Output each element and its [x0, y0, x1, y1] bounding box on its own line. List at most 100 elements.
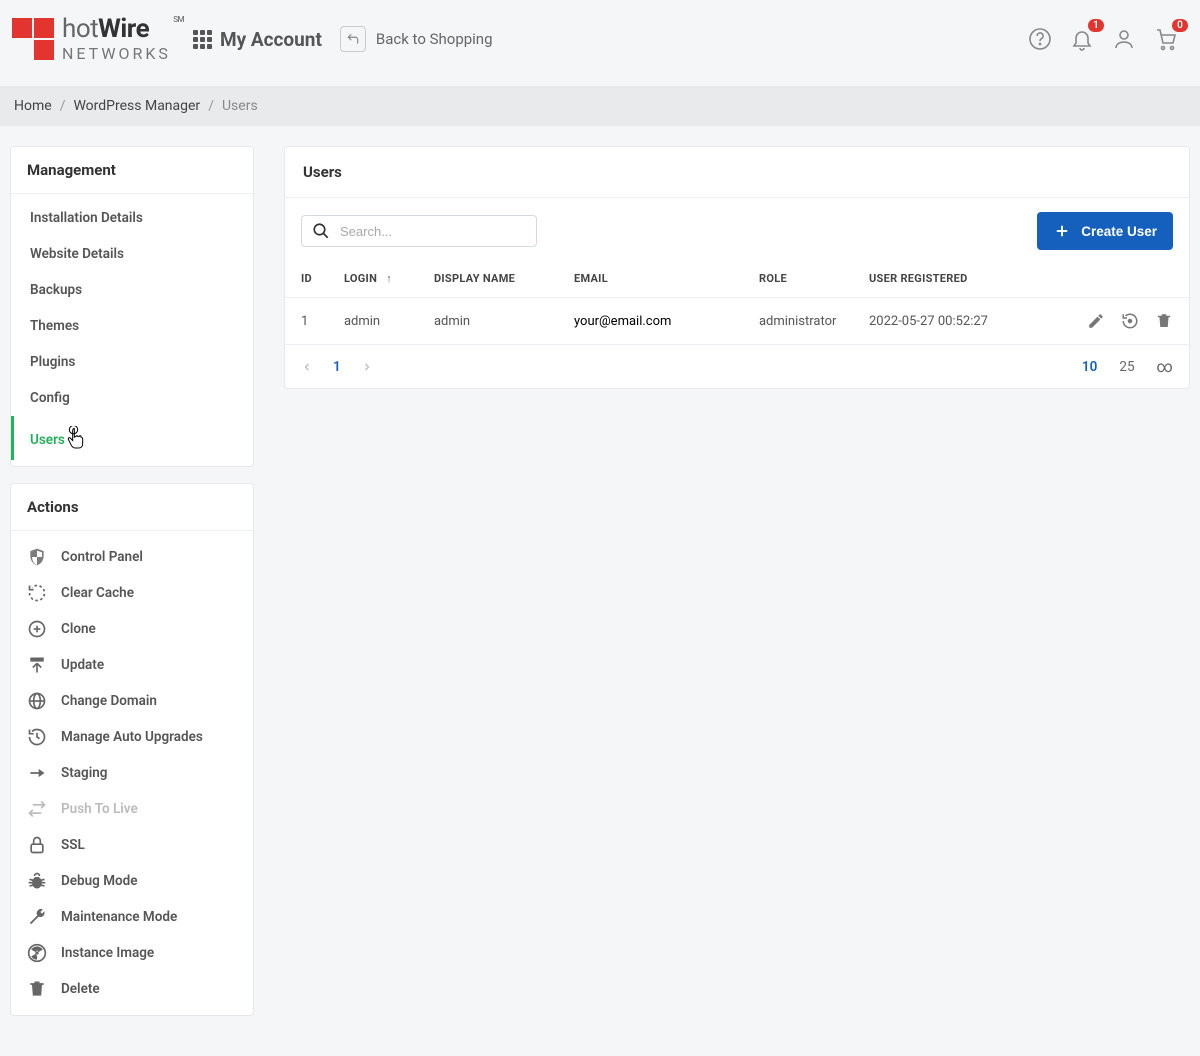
page-title: Users	[285, 147, 1189, 198]
cell-id: 1	[285, 298, 328, 345]
action-label: Change Domain	[61, 693, 157, 709]
pager-prev[interactable]	[301, 361, 313, 373]
logo-mark-icon	[12, 18, 54, 60]
action-staging[interactable]: Staging	[11, 755, 253, 791]
create-user-label: Create User	[1081, 224, 1157, 239]
cell-display-name: admin	[418, 298, 558, 345]
page-size-10[interactable]: 10	[1082, 359, 1097, 375]
wrench-icon	[27, 907, 47, 927]
globe-icon	[27, 691, 47, 711]
topbar: hotWireSM NETWORKS My Account Back to Sh…	[0, 0, 1200, 86]
upload-icon	[27, 655, 47, 675]
plus-icon	[1053, 222, 1071, 240]
action-instance-image[interactable]: Instance Image	[11, 935, 253, 971]
action-maintenance-mode[interactable]: Maintenance Mode	[11, 899, 253, 935]
cell-email: your@email.com	[558, 298, 743, 345]
history-icon	[27, 727, 47, 747]
page-size-25[interactable]: 25	[1119, 359, 1134, 375]
action-delete[interactable]: Delete	[11, 971, 253, 1007]
refresh-dashed-icon	[27, 583, 47, 603]
action-label: Clone	[61, 621, 96, 637]
action-label: Manage Auto Upgrades	[61, 729, 203, 745]
action-label: Control Panel	[61, 549, 143, 565]
restore-icon[interactable]	[1121, 312, 1139, 330]
create-user-button[interactable]: Create User	[1037, 212, 1173, 250]
action-ssl[interactable]: SSL	[11, 827, 253, 863]
search-field[interactable]	[301, 215, 537, 247]
breadcrumb-current: Users	[222, 98, 258, 114]
notifications-badge: 1	[1088, 19, 1104, 32]
user-icon[interactable]	[1112, 27, 1136, 51]
brand-logo[interactable]: hotWireSM NETWORKS	[12, 16, 175, 62]
col-email[interactable]: EMAIL	[558, 260, 743, 298]
action-control-panel[interactable]: Control Panel	[11, 539, 253, 575]
plus-circle-icon	[27, 619, 47, 639]
page-size-infinite[interactable]: ∞	[1157, 357, 1173, 376]
pager-next[interactable]	[361, 361, 373, 373]
cell-registered: 2022-05-27 00:52:27	[853, 298, 1059, 345]
management-card: Management Installation Details Website …	[10, 146, 254, 467]
breadcrumb: Home / WordPress Manager / Users	[0, 86, 1200, 126]
col-role[interactable]: ROLE	[743, 260, 853, 298]
col-login[interactable]: LOGIN ↑	[328, 260, 418, 298]
breadcrumb-home[interactable]: Home	[14, 98, 52, 114]
cart-icon[interactable]: 0	[1154, 27, 1178, 51]
sidebar-item-backups[interactable]: Backups	[11, 272, 253, 308]
sidebar-item-users[interactable]: Users	[11, 416, 253, 460]
cell-login: admin	[328, 298, 418, 345]
arrow-right-icon	[27, 763, 47, 783]
lock-icon	[27, 835, 47, 855]
topbar-icons: 1 0	[1028, 27, 1188, 51]
my-account-label: My Account	[220, 28, 322, 51]
sidebar: Management Installation Details Website …	[10, 146, 254, 1016]
cell-role: administrator	[743, 298, 853, 345]
actions-card: Actions Control Panel Clear Cache Clone …	[10, 483, 254, 1016]
action-change-domain[interactable]: Change Domain	[11, 683, 253, 719]
action-label: Clear Cache	[61, 585, 134, 601]
search-input[interactable]	[340, 224, 526, 239]
action-clone[interactable]: Clone	[11, 611, 253, 647]
pager-current[interactable]: 1	[333, 359, 341, 375]
return-key-icon	[340, 26, 366, 52]
logo-text: hotWireSM NETWORKS	[62, 16, 171, 62]
users-table: ID LOGIN ↑ DISPLAY NAME EMAIL ROLE USER …	[285, 260, 1189, 345]
trash-icon	[27, 979, 47, 999]
my-account-link[interactable]: My Account	[193, 28, 322, 51]
swap-icon	[27, 799, 47, 819]
bug-icon	[27, 871, 47, 891]
pointer-cursor-icon	[66, 426, 86, 450]
search-icon	[312, 222, 330, 240]
action-label: Staging	[61, 765, 107, 781]
sort-asc-icon: ↑	[386, 272, 392, 285]
notifications-icon[interactable]: 1	[1070, 27, 1094, 51]
back-to-shopping-link[interactable]: Back to Shopping	[340, 26, 493, 52]
delete-row-icon[interactable]	[1155, 312, 1173, 330]
action-clear-cache[interactable]: Clear Cache	[11, 575, 253, 611]
sidebar-item-themes[interactable]: Themes	[11, 308, 253, 344]
sidebar-item-installation-details[interactable]: Installation Details	[11, 200, 253, 236]
action-label: Update	[61, 657, 104, 673]
edit-icon[interactable]	[1087, 312, 1105, 330]
action-label: Debug Mode	[61, 873, 138, 889]
back-to-shopping-label: Back to Shopping	[376, 30, 493, 48]
breadcrumb-wordpress-manager[interactable]: WordPress Manager	[73, 98, 200, 114]
action-debug-mode[interactable]: Debug Mode	[11, 863, 253, 899]
action-label: SSL	[61, 837, 85, 853]
sidebar-item-website-details[interactable]: Website Details	[11, 236, 253, 272]
col-registered[interactable]: USER REGISTERED	[853, 260, 1059, 298]
help-icon[interactable]	[1028, 27, 1052, 51]
management-title: Management	[11, 147, 253, 194]
action-auto-upgrades[interactable]: Manage Auto Upgrades	[11, 719, 253, 755]
sidebar-item-users-label: Users	[30, 432, 65, 448]
apps-grid-icon	[193, 30, 212, 49]
sidebar-item-plugins[interactable]: Plugins	[11, 344, 253, 380]
sidebar-item-config[interactable]: Config	[11, 380, 253, 416]
col-display-name[interactable]: DISPLAY NAME	[418, 260, 558, 298]
main: Users Create User	[284, 146, 1190, 389]
toolbar: Create User	[285, 198, 1189, 260]
radiation-icon	[27, 943, 47, 963]
table-row: 1 admin admin your@email.com administrat…	[285, 298, 1189, 345]
action-update[interactable]: Update	[11, 647, 253, 683]
col-id[interactable]: ID	[285, 260, 328, 298]
cart-badge: 0	[1172, 19, 1188, 32]
